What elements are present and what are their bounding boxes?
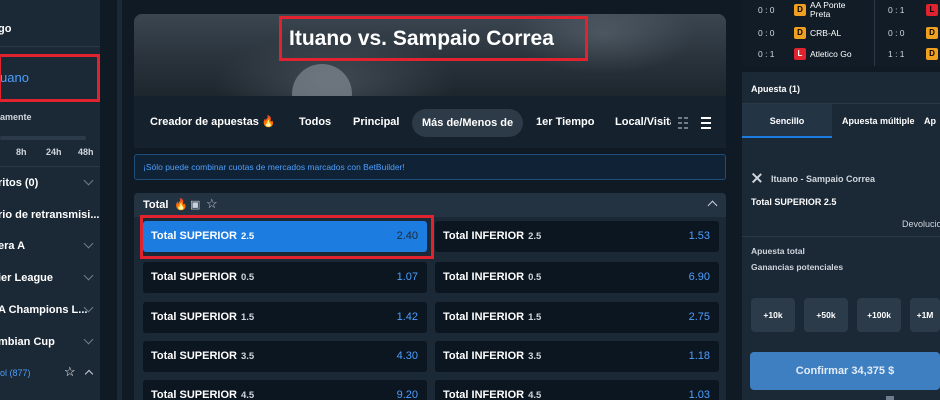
odds-price: 1.18 [688,350,710,362]
odds-price: 2.75 [688,311,710,323]
tab-over-under[interactable]: Más de/Menos de [412,109,524,137]
handicap-line: 4.5 [240,390,255,400]
confirm-button[interactable]: Confirmar 34,375 $ [750,352,940,390]
odds-price: 6.90 [688,271,710,283]
bet-slip-return: Devolucio [902,219,940,229]
tab-first-half[interactable]: 1er Tiempo [536,112,595,132]
divider [0,46,100,47]
total-stake-label: Apuesta total [751,246,805,256]
scrollbar[interactable] [886,396,894,400]
chevron-down-icon [83,238,94,249]
stake-10k-button[interactable]: +10k [751,298,795,332]
handicap-line: 1.5 [528,312,542,323]
sidebar-item-premier-league[interactable]: ier League [0,261,100,295]
sidebar-item-favorites[interactable]: ritos (0) [0,166,100,200]
tab-bet-builder[interactable]: Creador de apuestas 🔥 [150,112,276,132]
hours-24[interactable]: 24h [46,147,62,157]
chevron-up-icon[interactable] [707,200,718,211]
fire-icon: 🔥 [174,199,188,211]
chevron-up-icon[interactable] [84,369,94,379]
chevron-down-icon [83,334,94,345]
highlight-box [0,54,100,102]
betbuilder-icon: ▣ [190,199,201,211]
handicap-line: 0.5 [240,272,255,283]
outcome-label: Total INFERIOR 3.5 [443,350,542,362]
layout-toggle-icon[interactable] [678,116,712,130]
sidebar-item-football[interactable]: ol (877) ☆ [0,362,100,386]
odds-price: 1.42 [396,311,418,323]
hours-8[interactable]: 8h [16,147,27,157]
chevron-down-icon [83,270,94,281]
odds-button[interactable]: Total INFERIOR 1.5 2.75 [435,302,719,333]
stake-1m-button[interactable]: +1M [910,298,940,332]
potential-winnings-label: Ganancias potenciales [751,262,844,272]
close-icon[interactable] [751,172,763,184]
odds-price: 4.30 [396,350,418,362]
outcome-label: Total SUPERIOR 1.5 [151,311,255,323]
stake-50k-button[interactable]: +50k [804,298,848,332]
period-label: amente [0,112,32,122]
scrollbar[interactable] [117,0,122,400]
outcome-label: Total SUPERIOR 4.5 [151,389,255,400]
odds-button[interactable]: Total SUPERIOR 3.5 4.30 [143,341,427,372]
tab-single[interactable]: Sencillo [742,104,832,138]
bet-slip-title: Apuesta (1) [751,84,801,94]
sidebar-item-serie-a[interactable]: era A [0,229,100,263]
sidebar-item-broadcast[interactable]: rio de retransmisi... [0,198,100,232]
handicap-line: 3.5 [528,351,542,362]
live-scores-panel: 0 : 0 D AA Ponte Preta 0 : 1 L 0 : 0 D C… [742,0,940,66]
market-header-total[interactable]: Total 🔥 ▣ ☆ [134,193,726,217]
tab-all[interactable]: Todos [299,112,331,132]
time-range-slider[interactable] [0,136,86,140]
chevron-down-icon [83,175,94,186]
handicap-line: 2.5 [528,231,542,242]
handicap-line: 4.5 [528,390,542,400]
sidebar-item-cup[interactable]: mbian Cup [0,325,100,359]
live-score-row[interactable]: 0 : 0 D CRB-AL 0 : 0 D [742,25,940,45]
highlight-box [140,215,434,259]
tab-system[interactable]: Ap [924,104,936,138]
sidebar-item-champions-league[interactable]: A Champions L... [0,293,100,327]
market-title: Total [143,199,169,211]
outcome-label: Total INFERIOR 0.5 [443,271,542,283]
star-icon[interactable]: ☆ [206,196,218,212]
handicap-line: 3.5 [240,351,255,362]
outcome-label: Total INFERIOR 2.5 [443,230,542,242]
tab-main[interactable]: Principal [353,112,399,132]
sidebar-item-top[interactable]: go [0,12,100,46]
bet-slip-match: Ituano - Sampaio Correa [771,174,876,184]
live-score-row[interactable]: 0 : 1 L Atletico Go 1 : 1 D [742,46,940,66]
odds-button[interactable]: Total INFERIOR 0.5 6.90 [435,262,719,293]
tab-multiple[interactable]: Apuesta múltiple [842,104,915,138]
sports-sidebar: go uano amente 8h 24h 48h ritos (0) rio … [0,0,100,400]
divider [742,236,940,237]
odds-price: 1.07 [396,271,418,283]
odds-price: 9.20 [396,389,418,400]
odds-button[interactable]: Total SUPERIOR 1.5 1.42 [143,302,427,333]
tab-home-away[interactable]: Local/Visita [615,112,671,132]
stake-100k-button[interactable]: +100k [857,298,901,332]
odds-button[interactable]: Total SUPERIOR 4.5 9.20 [143,380,427,400]
handicap-line: 1.5 [240,312,255,323]
betbuilder-info-banner: ¡Sólo puede combinar cuotas de mercados … [134,154,726,180]
odds-button[interactable]: Total INFERIOR 4.5 1.03 [435,380,719,400]
bet-slip-selection: Total SUPERIOR 2.5 [751,197,837,207]
star-icon[interactable]: ☆ [64,364,76,380]
outcome-label: Total INFERIOR 4.5 [443,389,542,400]
odds-button[interactable]: Total INFERIOR 3.5 1.18 [435,341,719,372]
odds-button[interactable]: Total SUPERIOR 0.5 1.07 [143,262,427,293]
odds-button[interactable]: Total INFERIOR 2.5 1.53 [435,221,719,252]
outcome-label: Total SUPERIOR 3.5 [151,350,255,362]
odds-price: 1.03 [688,389,710,400]
live-score-row[interactable]: 0 : 0 D AA Ponte Preta 0 : 1 L [742,1,940,22]
highlight-box [279,16,588,61]
outcome-label: Total SUPERIOR 0.5 [151,271,255,283]
outcome-label: Total INFERIOR 1.5 [443,311,542,323]
odds-price: 1.53 [688,230,710,242]
hours-48[interactable]: 48h [78,147,94,157]
handicap-line: 0.5 [528,272,542,283]
